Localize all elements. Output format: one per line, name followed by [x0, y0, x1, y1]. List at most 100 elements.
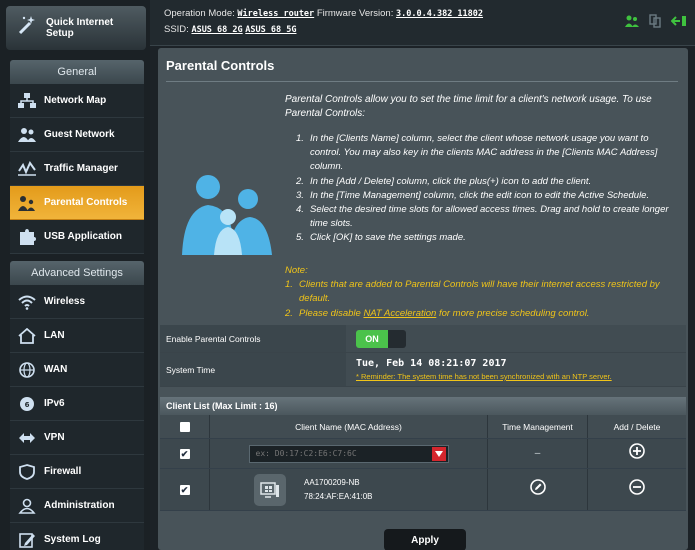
col-client-name: Client Name (MAC Address)	[210, 415, 488, 438]
sidebar-item-administration[interactable]: Administration	[10, 489, 144, 523]
client-mac-field	[248, 444, 449, 463]
ssid-line: SSID: ASUS_68_2G ASUS_68_5G	[164, 24, 296, 35]
sidebar-item-label: USB Application	[44, 231, 122, 242]
sidebar-item-guest-network[interactable]: Guest Network	[10, 118, 144, 152]
time-management-cell	[488, 469, 588, 510]
table-row: ✔ –	[160, 439, 686, 469]
step-number: 1.	[296, 133, 304, 144]
puzzle-icon	[10, 228, 44, 245]
select-all-checkbox[interactable]	[179, 421, 190, 432]
chevron-down-icon	[434, 450, 443, 457]
guest-network-icon	[10, 127, 44, 143]
row-checkbox[interactable]: ✔	[179, 484, 190, 495]
advanced-settings-section-title: Advanced Settings	[10, 261, 144, 285]
row-check-cell: ✔	[160, 469, 210, 510]
traffic-manager-icon	[10, 160, 44, 177]
ssid-5g-link[interactable]: ASUS_68_5G	[245, 25, 296, 35]
client-mac: 78:24:AF:EA:41:0B	[304, 491, 373, 501]
system-time-row: System Time Tue, Feb 14 08:21:07 2017 * …	[160, 353, 686, 387]
firmware-label: Firmware Version:	[316, 8, 394, 19]
step-text: In the [Add / Delete] column, click the …	[310, 175, 592, 187]
row-check-cell: ✔	[160, 439, 210, 468]
sidebar-item-label: Guest Network	[44, 129, 115, 140]
delete-cell	[588, 469, 686, 510]
client-list-table: Client List (Max Limit : 16) Client Name…	[160, 397, 686, 511]
row-checkbox[interactable]: ✔	[179, 448, 190, 459]
edit-schedule-button[interactable]	[529, 479, 546, 500]
sidebar-item-wireless[interactable]: Wireless	[10, 285, 144, 319]
time-placeholder: –	[534, 448, 541, 459]
status-icons	[625, 14, 687, 33]
parental-controls-icon	[10, 195, 44, 211]
sidebar-item-network-map[interactable]: Network Map	[10, 84, 144, 118]
list-item: 2. In the [Add / Delete] column, click th…	[296, 175, 680, 189]
clients-status-icon[interactable]	[625, 14, 639, 33]
step-text: In the [Time Management] column, click t…	[310, 189, 650, 201]
client-list-title: Client List (Max Limit : 16)	[160, 397, 686, 415]
usb-status-icon[interactable]	[649, 14, 661, 33]
minus-circle-icon	[629, 479, 645, 495]
enable-parental-controls-row: Enable Parental Controls ON	[160, 325, 686, 353]
vpn-icon	[10, 430, 44, 446]
note-item: 1. Clients that are added to Parental Co…	[285, 278, 677, 306]
col-time-management: Time Management	[488, 415, 588, 438]
sidebar-item-system-log[interactable]: System Log	[10, 523, 144, 550]
sidebar-item-label: System Log	[44, 534, 101, 545]
system-time-value-cell: Tue, Feb 14 08:21:07 2017 * Reminder: Th…	[346, 353, 686, 386]
shield-icon	[10, 463, 44, 480]
list-item: 1. In the [Clients Name] column, select t…	[296, 132, 680, 175]
delete-client-button[interactable]	[629, 479, 645, 500]
nat-acceleration-link[interactable]: NAT Acceleration	[363, 308, 436, 319]
user-icon	[10, 498, 44, 514]
step-number: 2.	[296, 175, 304, 187]
note-text: for more precise scheduling control.	[438, 307, 590, 319]
client-dropdown-button[interactable]	[431, 446, 446, 461]
edit-log-icon	[10, 532, 44, 548]
sidebar-item-label: Administration	[44, 500, 115, 511]
quick-internet-setup-button[interactable]: Quick Internet Setup	[6, 6, 146, 50]
step-number: 5.	[296, 232, 304, 244]
sidebar-item-vpn[interactable]: VPN	[10, 421, 144, 455]
note-number: 2.	[285, 307, 293, 319]
step-text: In the [Clients Name] column, select the…	[310, 133, 658, 173]
internet-status-icon[interactable]	[670, 14, 687, 33]
settings-table: Enable Parental Controls ON System Time …	[160, 325, 686, 387]
enable-parental-controls-toggle[interactable]: ON	[356, 329, 406, 348]
step-text: Select the desired time slots for allowe…	[310, 204, 669, 230]
sidebar-item-label: Wireless	[44, 296, 86, 307]
client-mac-input[interactable]	[249, 449, 432, 458]
sidebar-item-traffic-manager[interactable]: Traffic Manager	[10, 152, 144, 186]
globe-icon	[10, 361, 44, 378]
wifi-icon	[10, 294, 44, 310]
sidebar-item-label: WAN	[44, 364, 68, 375]
quick-internet-setup-label: Quick Internet Setup	[46, 17, 114, 39]
firmware-version-link[interactable]: 3.0.0.4.382_11802	[396, 9, 483, 19]
sidebar-item-label: Parental Controls	[44, 197, 128, 208]
sidebar-item-wan[interactable]: WAN	[10, 353, 144, 387]
client-name: AA1700209-NB	[304, 477, 360, 487]
sidebar-item-lan[interactable]: LAN	[10, 319, 144, 353]
windows-device-icon	[254, 473, 286, 506]
sidebar-item-parental-controls[interactable]: Parental Controls	[10, 186, 144, 220]
ssid-2g-link[interactable]: ASUS_68_2G	[191, 25, 242, 35]
sidebar-item-ipv6[interactable]: 6 IPv6	[10, 387, 144, 421]
note-text: Clients that are added to Parental Contr…	[299, 279, 660, 305]
col-add-delete: Add / Delete	[613, 421, 661, 432]
system-time-value: Tue, Feb 14 08:21:07 2017	[356, 358, 507, 369]
sidebar-item-usb-application[interactable]: USB Application	[10, 220, 144, 254]
note-number: 1.	[285, 279, 293, 291]
ntp-reminder-link[interactable]: * Reminder: The system time has not been…	[356, 372, 686, 381]
sidebar-item-firewall[interactable]: Firewall	[10, 455, 144, 489]
network-map-icon	[10, 92, 44, 109]
add-client-button[interactable]	[629, 443, 645, 464]
note-block: Note: 1. Clients that are added to Paren…	[285, 264, 677, 321]
intro-text: Parental Controls allow you to set the t…	[285, 94, 652, 119]
client-info: AA1700209-NB 78:24:AF:EA:41:0B	[210, 473, 487, 506]
advanced-menu: Wireless LAN WAN 6 IPv6 VPN Firewall Adm…	[10, 285, 144, 550]
edit-pencil-icon	[529, 479, 546, 495]
operation-mode-link[interactable]: Wireless router	[237, 9, 314, 19]
table-row: ✔ AA1700209-NB 78:24:AF:EA:41:0B	[160, 469, 686, 511]
time-management-cell: –	[488, 439, 588, 468]
operation-mode-line: Operation Mode: Wireless router Firmware…	[164, 8, 483, 19]
apply-button[interactable]: Apply	[384, 529, 466, 550]
